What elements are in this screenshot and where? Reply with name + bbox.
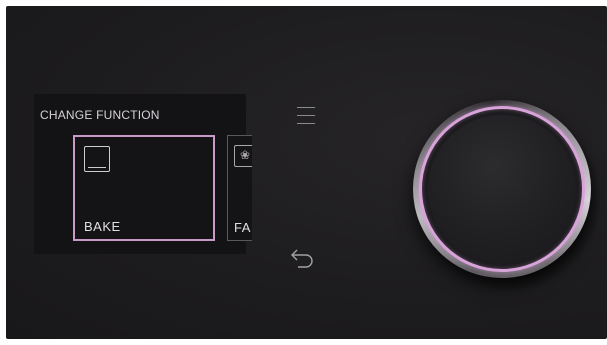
menu-line — [297, 123, 315, 124]
function-label-fan: FA — [234, 220, 251, 235]
bake-icon — [84, 146, 110, 172]
oven-control-frame: CHANGE FUNCTION BAKE ❀ FA — [0, 0, 607, 345]
back-arrow-glyph — [291, 249, 313, 268]
control-knob[interactable] — [413, 100, 591, 278]
knob-face — [428, 115, 576, 263]
screen-title: CHANGE FUNCTION — [40, 108, 160, 122]
menu-icon[interactable] — [297, 105, 315, 125]
function-tile-bake[interactable]: BAKE — [73, 135, 215, 241]
menu-line — [297, 107, 315, 108]
screen-edge — [252, 94, 292, 254]
knob-ring — [419, 106, 585, 272]
function-label-bake: BAKE — [84, 219, 121, 234]
back-arrow-icon[interactable] — [289, 246, 317, 270]
menu-line — [297, 115, 315, 116]
